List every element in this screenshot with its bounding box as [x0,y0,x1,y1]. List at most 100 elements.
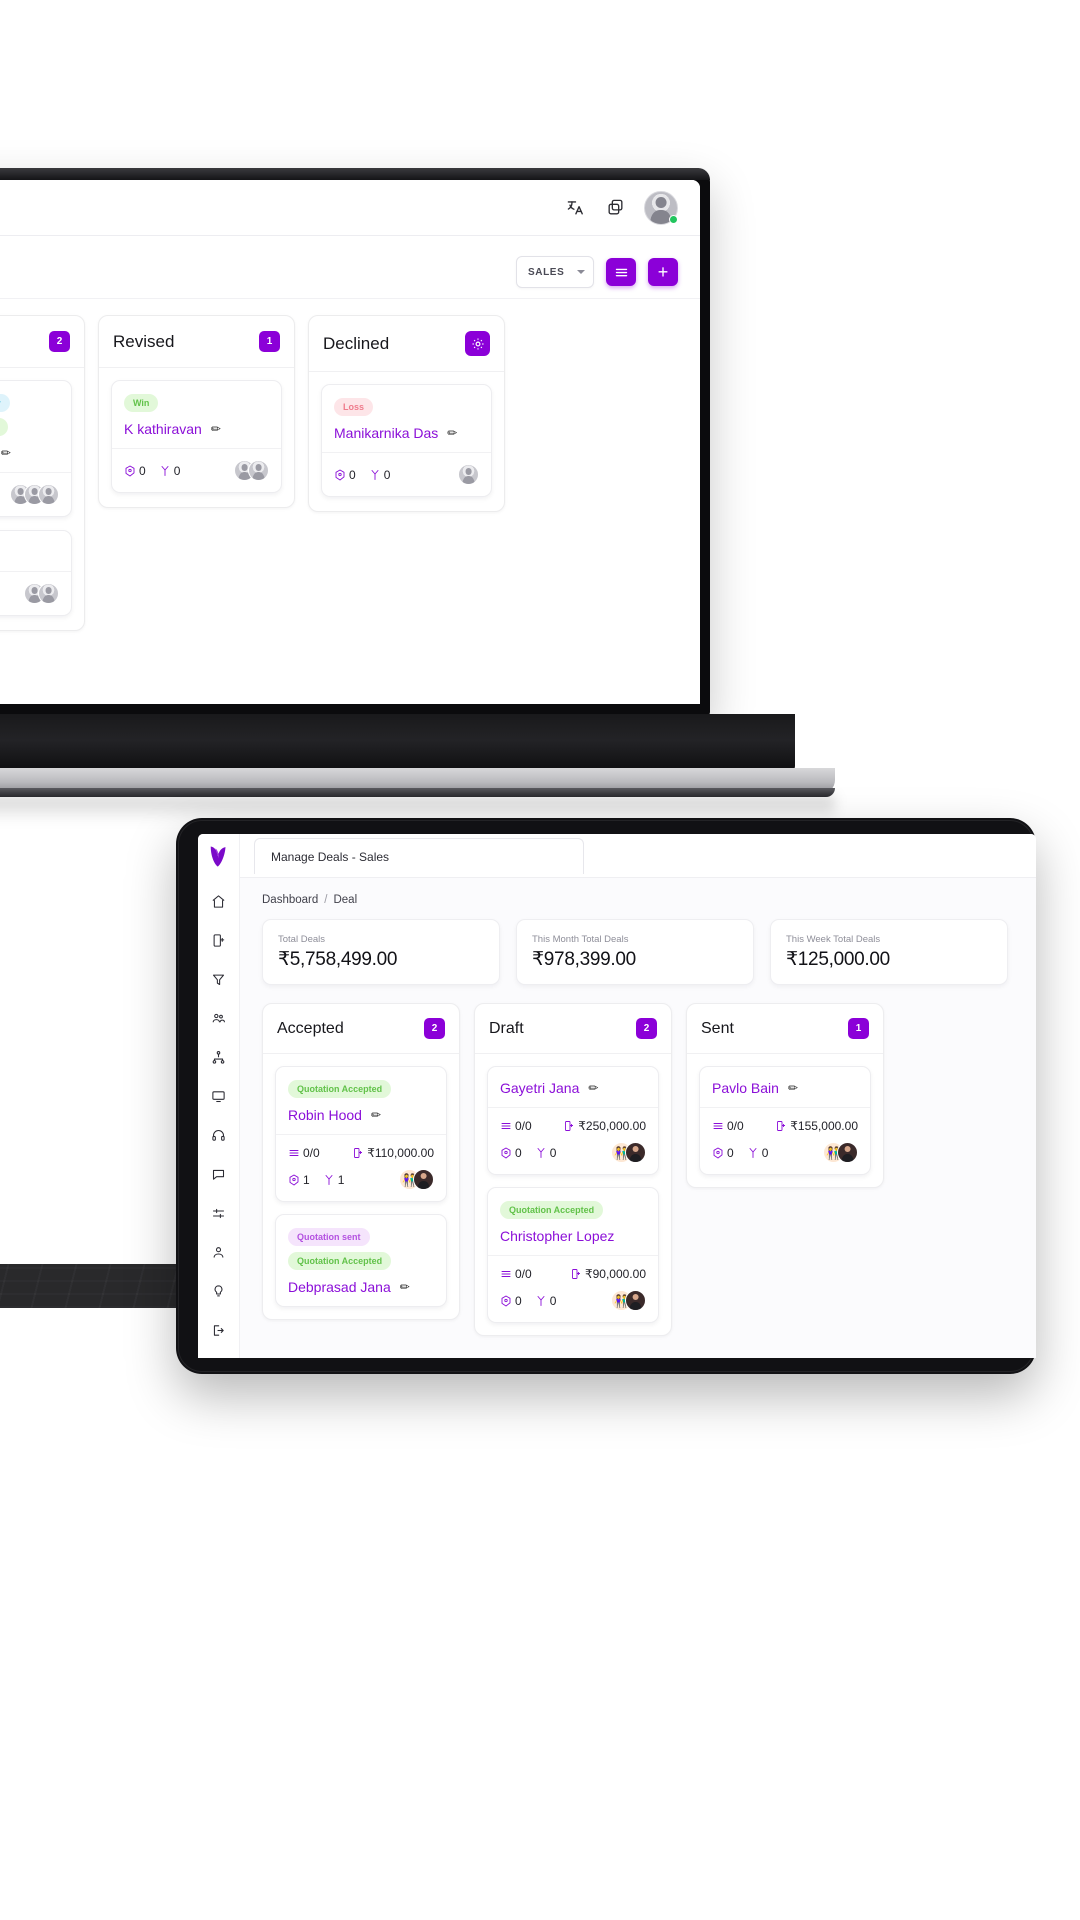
column-settings-button[interactable] [465,331,490,356]
deal-card[interactable]: Quotation sent Quotation Accepted Debpra… [275,1214,447,1307]
person-icon[interactable] [210,1243,228,1261]
deal-card[interactable]: Quotation Accepted Christopher Lopez 0/0… [487,1187,659,1323]
deal-counters: 1 1 [288,1173,344,1187]
people-icon[interactable] [210,1009,228,1027]
kanban-column-open[interactable]: Open 2 On Hold New Pending Win [0,315,85,631]
deal-card[interactable]: On Hold New Pending Win James Bond ✏ [0,380,72,517]
edit-pencil-icon[interactable]: ✏ [1,446,11,460]
assignee-avatars[interactable]: 👫 [611,1290,646,1311]
column-count-badge: 2 [424,1018,445,1039]
stat-forks: 0 [535,1294,556,1308]
chat-icon[interactable] [210,1165,228,1183]
deal-counters: 0 0 [500,1294,556,1308]
edit-pencil-icon[interactable]: ✏ [588,1081,598,1095]
app-logo[interactable] [198,843,240,869]
column-header: Revised 1 [99,316,294,368]
deal-name[interactable]: Christopher Lopez [500,1228,614,1244]
assignee-avatars[interactable]: 👫 [611,1142,646,1163]
edit-pencil-icon[interactable]: ✏ [400,1280,410,1294]
stat-forks-value: 1 [337,1172,345,1187]
stat-forks: 0 [535,1146,556,1160]
avatar [625,1142,646,1163]
column-header: Open 2 [0,316,84,368]
deal-card[interactable]: Gayetri Jana ✏ 0/0 ₹250,000.00 0 0 👫 [487,1066,659,1175]
home-icon[interactable] [210,892,228,910]
deal-name-row: K kathiravan ✏ [124,421,269,437]
status-badge: Quotation Accepted [500,1201,604,1219]
deal-name[interactable]: Manikarnika Das [334,425,438,441]
assignee-avatars[interactable] [10,484,59,505]
deal-card[interactable]: Pavlo Bain ✏ 0/0 ₹155,000.00 0 0 👫 [699,1066,871,1175]
sidebar-rail[interactable] [198,834,240,1358]
deal-stats-row-2: 0 0 👫 [500,1290,646,1311]
headset-icon[interactable] [210,1126,228,1144]
lightbulb-icon[interactable] [210,1282,228,1300]
edit-pencil-icon[interactable]: ✏ [211,422,221,436]
tablet-kanban-board[interactable]: Accepted 2 Quotation Accepted Robin Hood [240,985,1036,1336]
stat-boxes-value: 0 [139,463,146,478]
deal-card[interactable]: Loss Manikarnika Das ✏ 0 0 [321,384,492,497]
assignee-avatars[interactable] [234,460,269,481]
assignee-avatars[interactable] [24,583,59,604]
deal-card-footer: 3 1 [0,472,71,516]
deal-card[interactable]: Tesla Inc. ✏ 0 [0,530,72,616]
filter-icon[interactable] [210,970,228,988]
column-title: Revised [113,331,175,351]
kanban-column-sent[interactable]: Sent 1 Pavlo Bain ✏ 0/0 ₹155,000.00 0 0 … [686,1003,884,1188]
tag-row: Loss [334,398,479,416]
deal-name[interactable]: Pavlo Bain [712,1080,779,1096]
tag-row: On Hold New Pending Win [0,394,59,436]
deal-name[interactable]: Robin Hood [288,1107,362,1123]
kpi-card-month-total: This Month Total Deals ₹978,399.00 [516,919,754,985]
stat-tasks: 0/0 [500,1267,532,1281]
laptop-kanban-board[interactable]: 3 ✏ [0,298,700,704]
kanban-column-revised[interactable]: Revised 1 Win K kathiravan ✏ 0 0 [98,315,295,508]
column-header: Sent 1 [687,1004,883,1054]
tablet-screen: Manage Deals - Sales Dashboard / Deal To… [198,834,1036,1358]
avatar[interactable] [644,190,678,225]
translate-icon[interactable] [564,197,586,219]
monitor-icon[interactable] [210,1087,228,1105]
column-title: Sent [701,1019,734,1037]
sitemap-icon[interactable] [210,1048,228,1066]
deal-card-top: Quotation Accepted Christopher Lopez [488,1188,658,1255]
edit-pencil-icon[interactable]: ✏ [447,426,457,440]
kanban-column-declined[interactable]: Declined Loss Manikarnika Das ✏ 0 0 [308,315,505,512]
add-contact-icon[interactable] [210,931,228,949]
copy-icon[interactable] [604,197,626,219]
list-view-button[interactable] [606,258,636,286]
deal-card[interactable]: Quotation Accepted Robin Hood ✏ 0/0 ₹110… [275,1066,447,1202]
stat-boxes: 0 [500,1294,522,1308]
deal-name[interactable]: Debprasad Jana [288,1279,391,1295]
kanban-column-accepted[interactable]: Accepted 2 Quotation Accepted Robin Hood [262,1003,460,1320]
kpi-row: Total Deals ₹5,758,499.00 This Month Tot… [240,906,1036,985]
deal-name[interactable]: Gayetri Jana [500,1080,579,1096]
deal-name[interactable]: K kathiravan [124,421,202,437]
edit-pencil-icon[interactable]: ✏ [371,1108,381,1122]
deal-stats-row-2: 0 0 👫 [500,1142,646,1163]
status-badge: Win [0,418,8,436]
deal-counters: 0 0 [712,1146,768,1160]
assignee-avatars[interactable]: 👫 [399,1169,434,1190]
kanban-column-draft[interactable]: Draft 2 Gayetri Jana ✏ 0/0 ₹250,000.00 0… [474,1003,672,1336]
assignee-avatars[interactable] [458,464,479,485]
edit-pencil-icon[interactable]: ✏ [788,1081,798,1095]
assignee-avatars[interactable]: 👫 [823,1142,858,1163]
stat-boxes: 1 [288,1173,310,1187]
tag-row: Quotation Accepted [500,1201,646,1219]
deal-card[interactable]: Win K kathiravan ✏ 0 0 [111,380,282,493]
column-title: Draft [489,1019,524,1037]
stat-forks: 0 [747,1146,768,1160]
logout-icon[interactable] [210,1321,228,1339]
column-count-badge: 1 [848,1018,869,1039]
breadcrumb-separator: / [324,894,328,906]
stat-tasks-value: 0/0 [515,1267,532,1281]
sales-select[interactable]: SALES [516,256,594,288]
laptop-bezel [0,168,710,180]
add-deal-button[interactable]: + [648,258,678,286]
tab-manage-deals[interactable]: Manage Deals - Sales [254,838,584,874]
deal-card-top: Pavlo Bain ✏ [700,1067,870,1107]
deal-card-footer: 0/0 ₹155,000.00 0 0 👫 [700,1107,870,1174]
sliders-icon[interactable] [210,1204,228,1222]
breadcrumb-root[interactable]: Dashboard [262,894,318,906]
